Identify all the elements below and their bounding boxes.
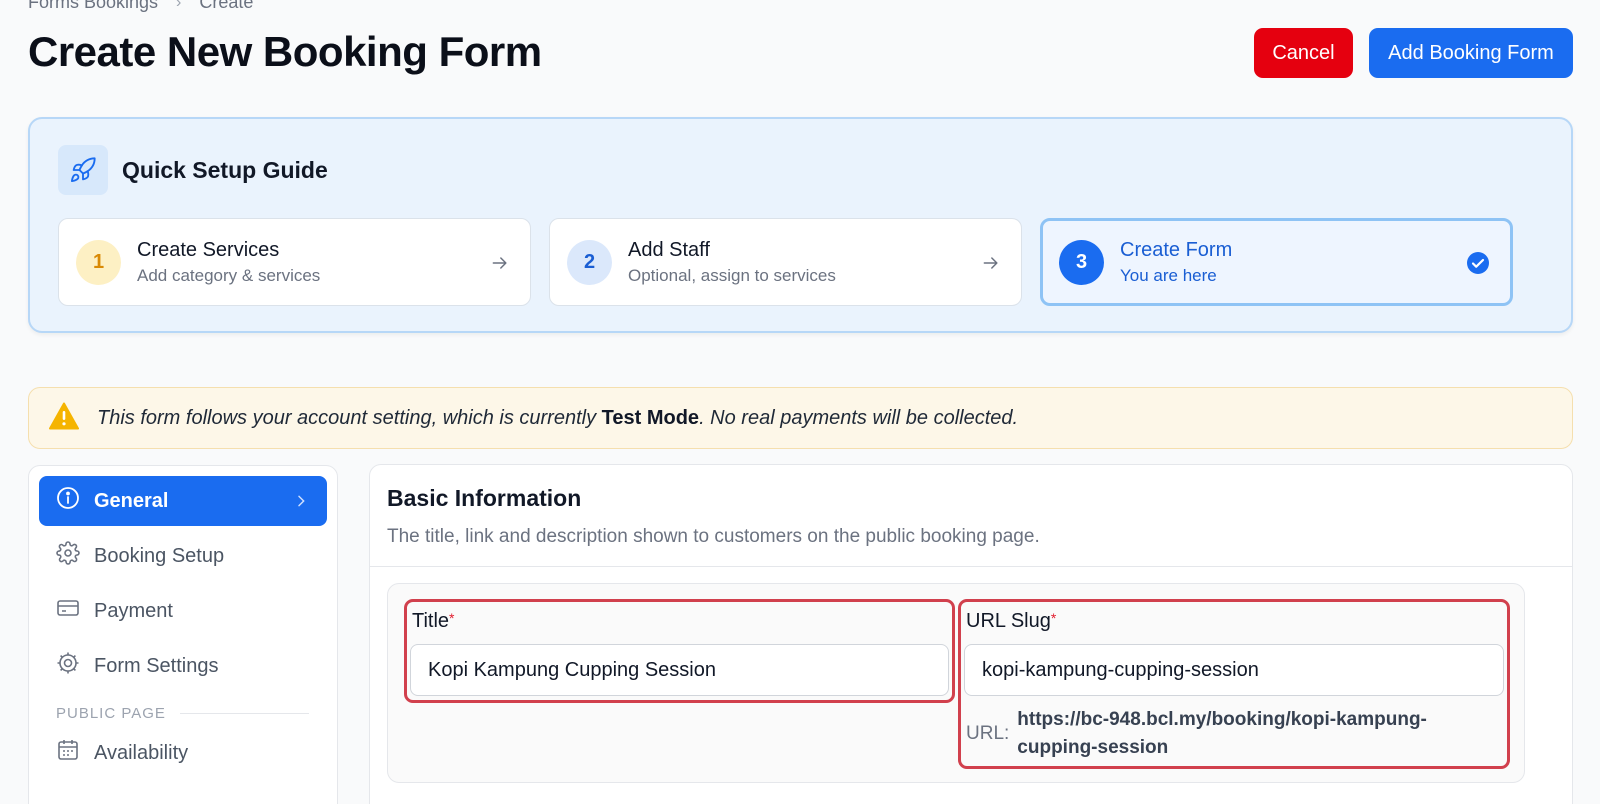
nav-item-label: Payment	[94, 599, 173, 622]
nav-item-label: General	[94, 489, 169, 512]
step-subtitle: You are here	[1120, 265, 1217, 285]
notice-suffix: . No real payments will be collected.	[699, 406, 1019, 429]
breadcrumb-create: Create	[199, 0, 254, 12]
step-number: 2	[567, 239, 612, 285]
panel-description: The title, link and description shown to…	[387, 526, 1040, 547]
credit-card-icon	[56, 596, 80, 626]
url-slug-input[interactable]	[964, 644, 1504, 696]
breadcrumb: Forms Bookings › Create	[28, 0, 253, 13]
step-number: 1	[76, 239, 121, 285]
required-asterisk: *	[1050, 610, 1057, 626]
breadcrumb-forms-bookings[interactable]: Forms Bookings	[28, 0, 158, 13]
page-title: Create New Booking Form	[28, 28, 542, 75]
nav-item-payment[interactable]: Payment	[39, 586, 327, 636]
arrow-right-icon	[490, 253, 510, 278]
nav-item-booking-setup[interactable]: Booking Setup	[39, 531, 327, 581]
divider	[179, 713, 309, 714]
breadcrumb-chevron-icon: ›	[176, 0, 182, 11]
nav-section-label: PUBLIC PAGE	[56, 705, 166, 722]
warning-icon	[49, 402, 79, 435]
test-mode-notice: This form follows your account setting, …	[28, 387, 1573, 449]
step-create-form[interactable]: 3 Create Form You are here	[1040, 218, 1513, 306]
notice-mode: Test Mode	[601, 406, 700, 429]
notice-text: This form follows your account setting, …	[97, 407, 1018, 430]
setup-steps: 1 Create Services Add category & service…	[58, 218, 1513, 306]
basic-information-fields: Title* URL Slug* URL: https://bc-948.bcl…	[387, 583, 1525, 783]
guide-title: Quick Setup Guide	[122, 156, 328, 183]
rocket-icon	[58, 145, 108, 195]
required-asterisk: *	[449, 610, 455, 626]
title-label-text: Title	[412, 610, 450, 632]
title-field: Title*	[404, 599, 955, 703]
step-subtitle: Add category & services	[137, 265, 321, 285]
url-preview: URL: https://bc-948.bcl.my/booking/kopi-…	[966, 706, 1477, 762]
step-create-services[interactable]: 1 Create Services Add category & service…	[58, 218, 531, 306]
nav-item-general[interactable]: General	[39, 476, 327, 526]
nav-item-label: Form Settings	[94, 654, 219, 677]
add-booking-form-button[interactable]: Add Booking Form	[1369, 28, 1573, 78]
step-subtitle: Optional, assign to services	[628, 265, 836, 285]
title-label: Title*	[412, 610, 455, 633]
guide-header: Quick Setup Guide	[58, 145, 328, 195]
step-title: Create Services	[137, 238, 280, 261]
panel-title: Basic Information	[387, 485, 582, 511]
check-circle-icon	[1466, 251, 1490, 280]
basic-information-panel: Basic Information The title, link and de…	[369, 464, 1573, 804]
header-actions: Cancel Add Booking Form	[1254, 28, 1573, 78]
step-title: Create Form	[1120, 238, 1233, 261]
notice-prefix: This form follows your account setting, …	[97, 406, 602, 429]
nav-section-public-page: PUBLIC PAGE	[39, 705, 327, 722]
step-number: 3	[1059, 239, 1104, 285]
gear-icon	[56, 541, 80, 571]
step-add-staff[interactable]: 2 Add Staff Optional, assign to services	[549, 218, 1022, 306]
url-slug-label: URL Slug*	[966, 610, 1056, 633]
nav-item-label: Booking Setup	[94, 544, 225, 567]
chevron-right-icon	[293, 492, 309, 516]
url-preview-label: URL:	[966, 723, 1010, 744]
quick-setup-guide: Quick Setup Guide 1 Create Services Add …	[28, 117, 1573, 333]
nav-item-availability[interactable]: Availability	[39, 728, 327, 778]
url-slug-field: URL Slug* URL: https://bc-948.bcl.my/boo…	[958, 599, 1510, 769]
nav-item-form-settings[interactable]: Form Settings	[39, 641, 327, 691]
form-sections-nav: General Booking Setup Payment Form Setti…	[28, 465, 338, 804]
nav-item-label: Availability	[94, 741, 189, 764]
info-icon	[56, 486, 80, 516]
cog-icon	[56, 651, 80, 681]
cancel-button[interactable]: Cancel	[1254, 28, 1353, 78]
url-slug-label-text: URL Slug	[966, 610, 1051, 632]
arrow-right-icon	[981, 253, 1001, 278]
title-input[interactable]	[410, 644, 949, 696]
step-title: Add Staff	[628, 238, 710, 261]
calendar-icon	[56, 738, 80, 768]
url-preview-value: https://bc-948.bcl.my/booking/kopi-kampu…	[1017, 709, 1427, 758]
